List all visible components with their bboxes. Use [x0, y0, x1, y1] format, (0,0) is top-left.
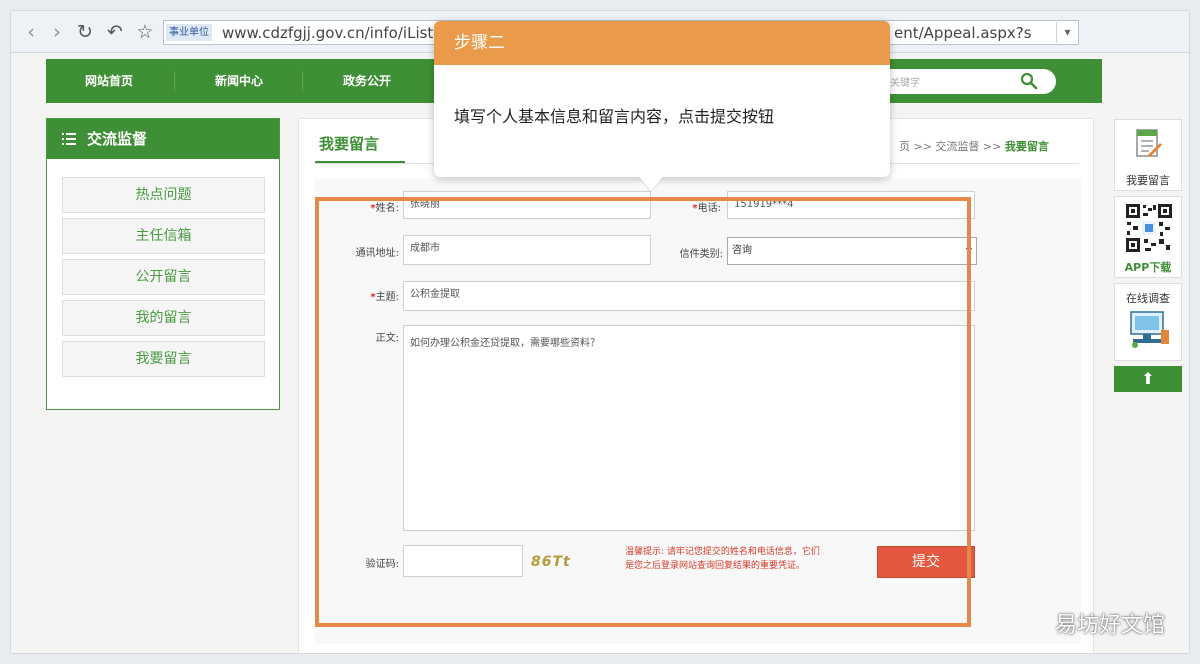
nav-item-public[interactable]: 政务公开 — [312, 59, 422, 103]
highlight-frame — [315, 197, 971, 627]
nav-item-home[interactable]: 网站首页 — [54, 59, 164, 103]
undo-icon[interactable]: ↶ — [103, 20, 127, 44]
back-icon[interactable]: ‹ — [19, 20, 43, 44]
search-icon[interactable] — [1020, 72, 1038, 90]
forward-icon[interactable]: › — [45, 20, 69, 44]
breadcrumb-path[interactable]: 页 >> 交流监督 >> — [899, 140, 1005, 153]
star-icon[interactable]: ☆ — [133, 20, 157, 44]
nav-divider — [302, 71, 303, 91]
callout-tail — [639, 177, 663, 191]
nav-divider — [174, 71, 175, 91]
nav-item-news[interactable]: 新闻中心 — [184, 59, 294, 103]
left-sidebar: 交流监督 热点问题 主任信箱 公开留言 我的留言 我要留言 — [46, 118, 280, 410]
computer-icon — [1130, 311, 1169, 348]
refresh-icon[interactable]: ↻ — [73, 20, 97, 44]
breadcrumb: 页 >> 交流监督 >> 我要留言 — [899, 138, 1049, 154]
site-type-badge: 事业单位 — [166, 24, 212, 41]
watermark-text: 易坊好文馆 — [1054, 613, 1165, 638]
sidebar-item-director-mailbox[interactable]: 主任信箱 — [62, 218, 265, 254]
site-search-input[interactable]: 关键字 — [878, 69, 1056, 94]
sidebar-title: 交流监督 — [87, 130, 148, 148]
qr-code-icon — [1125, 203, 1173, 253]
online-survey-label: 在线调查 — [1126, 292, 1170, 305]
browser-window: ‹ › ↻ ↶ ☆ 事业单位 www.cdzfgjj.gov.cn/info/i… — [10, 10, 1190, 654]
list-icon — [62, 133, 76, 145]
leave-message-label: 我要留言 — [1126, 174, 1170, 187]
url-text-tail: ent/Appeal.aspx?s — [894, 24, 1032, 42]
back-to-top-button[interactable]: ⬆ — [1114, 366, 1182, 392]
sidebar-item-hot-topics[interactable]: 热点问题 — [62, 177, 265, 213]
note-edit-icon — [1136, 129, 1163, 158]
step-callout: 步骤二 填写个人基本信息和留言内容，点击提交按钮 — [434, 21, 890, 192]
app-download-tool[interactable]: APP下载 — [1114, 196, 1182, 278]
chevron-down-icon[interactable]: ▾ — [1056, 22, 1078, 43]
callout-title: 步骤二 — [434, 21, 890, 65]
callout-text: 填写个人基本信息和留言内容，点击提交按钮 — [454, 107, 775, 126]
sidebar-item-public-messages[interactable]: 公开留言 — [62, 259, 265, 295]
online-survey-tool[interactable]: 在线调查 — [1114, 283, 1182, 361]
breadcrumb-current: 我要留言 — [1004, 140, 1049, 153]
sidebar-item-leave-message[interactable]: 我要留言 — [62, 341, 265, 377]
app-download-label: APP下载 — [1124, 261, 1172, 274]
leave-message-tool[interactable]: 我要留言 — [1114, 119, 1182, 191]
page-title: 我要留言 — [319, 135, 380, 153]
url-text: www.cdzfgjj.gov.cn/info/iList.jsp — [222, 24, 460, 42]
sidebar-item-my-messages[interactable]: 我的留言 — [62, 300, 265, 336]
sidebar-header: 交流监督 — [47, 119, 279, 159]
search-placeholder: 关键字 — [890, 78, 920, 89]
